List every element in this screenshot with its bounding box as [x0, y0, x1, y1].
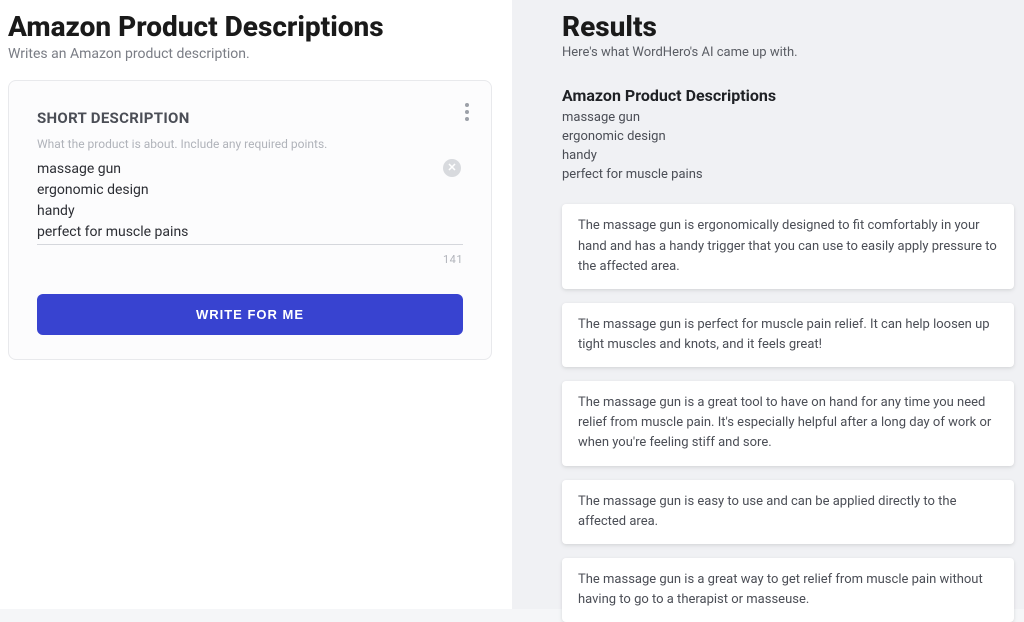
result-card[interactable]: The massage gun is easy to use and can b…	[562, 480, 1014, 544]
char-count: 141	[37, 253, 463, 266]
result-card[interactable]: The massage gun is a great tool to have …	[562, 381, 1014, 465]
results-title: Results	[562, 10, 1014, 43]
result-keywords: massage gun ergonomic design handy perfe…	[562, 109, 1014, 184]
result-card[interactable]: The massage gun is perfect for muscle pa…	[562, 303, 1014, 367]
result-heading: Amazon Product Descriptions	[562, 86, 1014, 105]
textarea-wrap: ✕	[37, 157, 463, 249]
right-panel: Results Here's what WordHero's AI came u…	[512, 0, 1024, 609]
more-menu-icon[interactable]	[461, 99, 473, 125]
input-card: SHORT DESCRIPTION What the product is ab…	[8, 80, 492, 360]
field-label: SHORT DESCRIPTION	[37, 109, 463, 127]
write-for-me-button[interactable]: WRITE FOR ME	[37, 294, 463, 335]
left-panel: Amazon Product Descriptions Writes an Am…	[0, 0, 512, 609]
page-subtitle: Writes an Amazon product description.	[8, 46, 492, 62]
short-description-input[interactable]	[37, 157, 463, 245]
results-list: The massage gun is ergonomically designe…	[562, 204, 1014, 622]
field-help-text: What the product is about. Include any r…	[37, 137, 463, 151]
page-title: Amazon Product Descriptions	[8, 10, 492, 44]
results-subtitle: Here's what WordHero's AI came up with.	[562, 45, 1014, 60]
result-card[interactable]: The massage gun is ergonomically designe…	[562, 204, 1014, 288]
clear-input-icon[interactable]: ✕	[443, 159, 461, 177]
result-card[interactable]: The massage gun is a great way to get re…	[562, 558, 1014, 622]
